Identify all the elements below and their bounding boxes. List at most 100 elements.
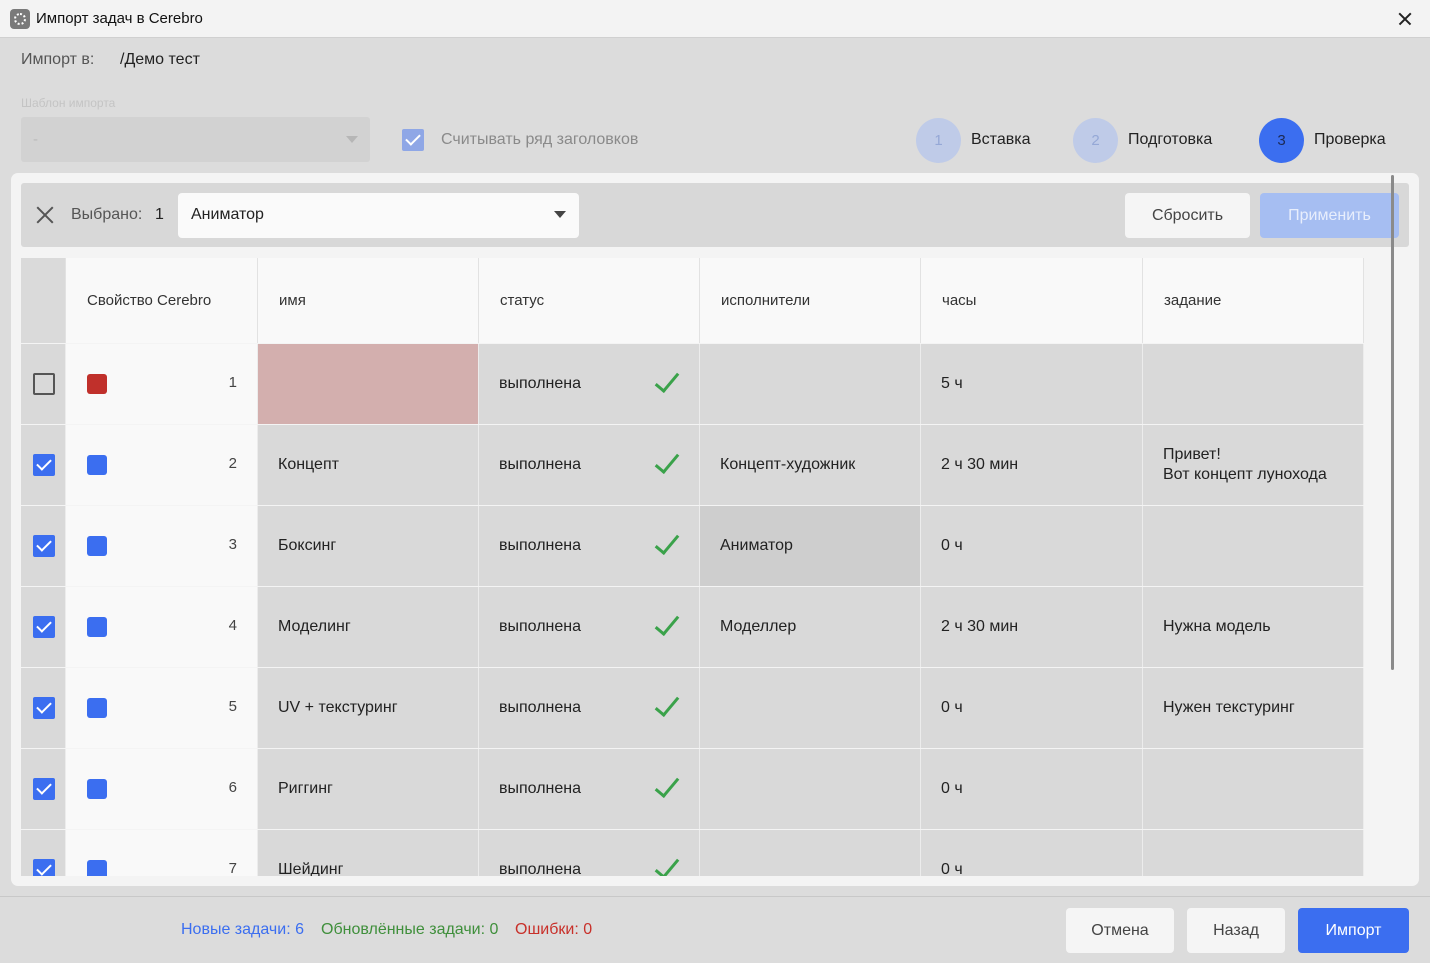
assignee-cell-text: Концепт-художник <box>720 456 856 473</box>
task-cell[interactable]: Нужна модель <box>1143 587 1364 667</box>
task-cell[interactable]: Нужен текстуринг <box>1143 668 1364 748</box>
hours-cell[interactable]: 5 ч <box>921 344 1143 424</box>
template-select-value: - <box>33 131 38 148</box>
window-title: Импорт задач в Cerebro <box>36 10 203 27</box>
step-number: 2 <box>1073 118 1118 163</box>
row-select-checkbox[interactable] <box>33 778 55 800</box>
task-cell[interactable] <box>1143 830 1364 876</box>
status-color-swatch <box>87 617 107 637</box>
hours-cell[interactable]: 0 ч <box>921 668 1143 748</box>
row-select-checkbox[interactable] <box>33 373 55 395</box>
row-number: 1 <box>228 374 237 391</box>
row-number: 2 <box>228 455 237 472</box>
table-row[interactable]: 7 Шейдинг выполнена 0 ч <box>21 830 1364 876</box>
status-cell[interactable]: выполнена <box>479 830 700 876</box>
status-cell[interactable]: выполнена <box>479 425 700 505</box>
hours-cell[interactable]: 2 ч 30 мин <box>921 425 1143 505</box>
assignee-cell[interactable] <box>700 749 921 829</box>
updated-tasks-count: Обновлённые задачи: 0 <box>321 921 499 938</box>
valid-check-icon <box>653 370 679 396</box>
preview-table: Свойство Cerebro имя статус исполнители … <box>21 258 1364 876</box>
cancel-button[interactable]: Отмена <box>1066 908 1174 953</box>
task-cell[interactable]: Привет! Вот концепт лунохода <box>1143 425 1364 505</box>
footer-divider <box>0 896 1430 897</box>
import-target-path: /Демо тест <box>120 51 200 68</box>
status-cell[interactable]: выполнена <box>479 749 700 829</box>
status-color-swatch <box>87 374 107 394</box>
name-cell[interactable] <box>258 344 479 424</box>
name-cell-text: Боксинг <box>278 537 337 554</box>
table-row[interactable]: 6 Риггинг выполнена 0 ч <box>21 749 1364 830</box>
table-row[interactable]: 5 UV + текстуринг выполнена 0 ч Нужен тексту… <box>21 668 1364 749</box>
table-row[interactable]: 2 Концепт выполнена Концепт-художник 2 ч 30 … <box>21 425 1364 506</box>
clear-selection-icon[interactable] <box>35 205 55 225</box>
row-select-checkbox[interactable] <box>33 697 55 719</box>
row-select-checkbox[interactable] <box>33 535 55 557</box>
name-cell[interactable]: Риггинг <box>258 749 479 829</box>
valid-check-icon <box>653 856 679 876</box>
hours-cell-text: 0 ч <box>941 699 963 716</box>
row-select-checkbox[interactable] <box>33 859 55 876</box>
valid-check-icon <box>653 775 679 801</box>
status-cell[interactable]: выполнена <box>479 506 700 586</box>
read-header-row-checkbox[interactable] <box>402 129 424 151</box>
hours-cell-text: 0 ч <box>941 537 963 554</box>
assignee-cell[interactable]: Концепт-художник <box>700 425 921 505</box>
row-select-cell <box>21 425 66 505</box>
valid-check-icon <box>653 613 679 639</box>
name-cell[interactable]: Шейдинг <box>258 830 479 876</box>
row-select-checkbox[interactable] <box>33 616 55 638</box>
status-cell-text: выполнена <box>499 861 582 876</box>
assignee-cell[interactable] <box>700 668 921 748</box>
step-number: 1 <box>916 118 961 163</box>
status-cell-text: выполнена <box>499 375 582 392</box>
preview-panel: Выбрано: 1 Аниматор Сбросить Применить С… <box>11 173 1419 886</box>
assignee-cell[interactable] <box>700 344 921 424</box>
property-cell: 3 <box>66 506 258 586</box>
back-button[interactable]: Назад <box>1187 908 1285 953</box>
row-select-cell <box>21 506 66 586</box>
name-cell-text: UV + текстуринг <box>278 699 398 716</box>
hours-cell[interactable]: 0 ч <box>921 749 1143 829</box>
title-bar: Импорт задач в Cerebro <box>0 0 1430 38</box>
status-cell-text: выполнена <box>499 537 582 554</box>
row-select-checkbox[interactable] <box>33 454 55 476</box>
status-cell-text: выполнена <box>499 699 582 716</box>
name-cell[interactable]: Концепт <box>258 425 479 505</box>
hours-cell[interactable]: 0 ч <box>921 506 1143 586</box>
row-number: 3 <box>228 536 237 553</box>
hours-cell-text: 0 ч <box>941 861 963 876</box>
apply-button[interactable]: Применить <box>1260 193 1399 238</box>
status-cell-text: выполнена <box>499 456 582 473</box>
task-cell[interactable] <box>1143 344 1364 424</box>
property-cell: 7 <box>66 830 258 876</box>
step-label: Вставка <box>971 131 1031 148</box>
assignee-cell[interactable]: Моделлер <box>700 587 921 667</box>
name-cell[interactable]: Моделинг <box>258 587 479 667</box>
reset-button[interactable]: Сбросить <box>1125 193 1250 238</box>
table-row[interactable]: 1 выполнена 5 ч <box>21 344 1364 425</box>
hours-cell[interactable]: 0 ч <box>921 830 1143 876</box>
status-color-swatch <box>87 698 107 718</box>
task-cell[interactable] <box>1143 749 1364 829</box>
import-button[interactable]: Импорт <box>1298 908 1409 953</box>
task-cell-text: Нужна модель <box>1163 618 1271 635</box>
table-row[interactable]: 3 Боксинг выполнена Аниматор 0 ч <box>21 506 1364 587</box>
name-cell[interactable]: UV + текстуринг <box>258 668 479 748</box>
status-cell[interactable]: выполнена <box>479 668 700 748</box>
property-value-select[interactable]: Аниматор <box>178 193 579 238</box>
table-row[interactable]: 4 Моделинг выполнена Моделлер 2 ч 30 мин Нужн… <box>21 587 1364 668</box>
template-select[interactable]: - <box>21 117 370 162</box>
hours-cell[interactable]: 2 ч 30 мин <box>921 587 1143 667</box>
assignee-cell[interactable]: Аниматор <box>700 506 921 586</box>
task-cell[interactable] <box>1143 506 1364 586</box>
table-scrollbar[interactable] <box>1391 175 1394 670</box>
selection-toolbar: Выбрано: 1 Аниматор Сбросить Применить <box>21 183 1409 247</box>
status-cell[interactable]: выполнена <box>479 587 700 667</box>
status-color-swatch <box>87 860 107 876</box>
chevron-down-icon <box>346 136 358 143</box>
name-cell[interactable]: Боксинг <box>258 506 479 586</box>
assignee-cell[interactable] <box>700 830 921 876</box>
status-cell[interactable]: выполнена <box>479 344 700 424</box>
close-window-icon[interactable] <box>1390 4 1420 34</box>
